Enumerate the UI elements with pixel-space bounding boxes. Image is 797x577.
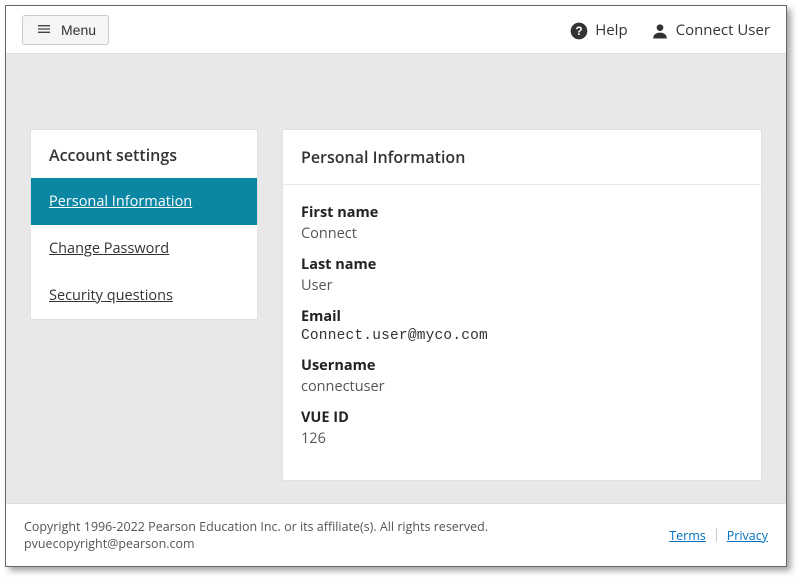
footer-link-label: Terms (669, 527, 706, 544)
menu-button[interactable]: Menu (22, 15, 109, 45)
field-last-name: Last name User (301, 249, 743, 301)
footer-links: Terms Privacy (669, 527, 768, 544)
field-value: connectuser (301, 377, 743, 396)
menu-button-label: Menu (61, 22, 96, 38)
panel-body: First name Connect Last name User Email … (283, 185, 761, 480)
topbar: Menu ? Help Connect User (6, 6, 786, 54)
sidebar-title: Account settings (31, 130, 257, 178)
footer-link-label: Privacy (727, 527, 768, 544)
footer-divider (716, 528, 717, 542)
footer-privacy-link[interactable]: Privacy (727, 527, 768, 544)
field-email: Email Connect.user@myco.com (301, 301, 743, 350)
field-username: Username connectuser (301, 350, 743, 402)
sidebar-item-change-password[interactable]: Change Password (31, 225, 257, 272)
field-first-name: First name Connect (301, 197, 743, 249)
user-label: Connect User (676, 20, 770, 40)
user-icon (650, 21, 668, 39)
help-icon: ? (569, 21, 587, 39)
field-value: Connect.user@myco.com (301, 328, 743, 344)
content-area: Account settings Personal Information Ch… (6, 54, 786, 503)
footer: Copyright 1996-2022 Pearson Education In… (6, 503, 786, 566)
svg-text:?: ? (576, 25, 583, 38)
field-label: VUE ID (301, 408, 743, 427)
hamburger-icon (35, 21, 53, 39)
user-menu[interactable]: Connect User (650, 20, 770, 40)
footer-terms-link[interactable]: Terms (669, 527, 706, 544)
field-value: Connect (301, 224, 743, 243)
field-label: Email (301, 307, 743, 326)
sidebar-item-label: Security questions (49, 286, 173, 305)
field-label: Last name (301, 255, 743, 274)
field-value: 126 (301, 429, 743, 448)
topbar-right: ? Help Connect User (569, 20, 770, 40)
sidebar-item-label: Change Password (49, 239, 169, 258)
help-link[interactable]: ? Help (569, 20, 627, 40)
field-value: User (301, 276, 743, 295)
main-panel: Personal Information First name Connect … (282, 129, 762, 481)
sidebar-item-security-questions[interactable]: Security questions (31, 272, 257, 319)
sidebar: Account settings Personal Information Ch… (30, 129, 258, 320)
sidebar-item-label: Personal Information (49, 192, 192, 211)
panel-title: Personal Information (283, 130, 761, 185)
help-label: Help (595, 20, 627, 40)
field-label: Username (301, 356, 743, 375)
field-label: First name (301, 203, 743, 222)
footer-copyright: Copyright 1996-2022 Pearson Education In… (24, 518, 657, 552)
field-vue-id: VUE ID 126 (301, 402, 743, 454)
sidebar-item-personal-information[interactable]: Personal Information (31, 178, 257, 225)
app-window: Menu ? Help Connect User Account setting… (5, 5, 787, 567)
